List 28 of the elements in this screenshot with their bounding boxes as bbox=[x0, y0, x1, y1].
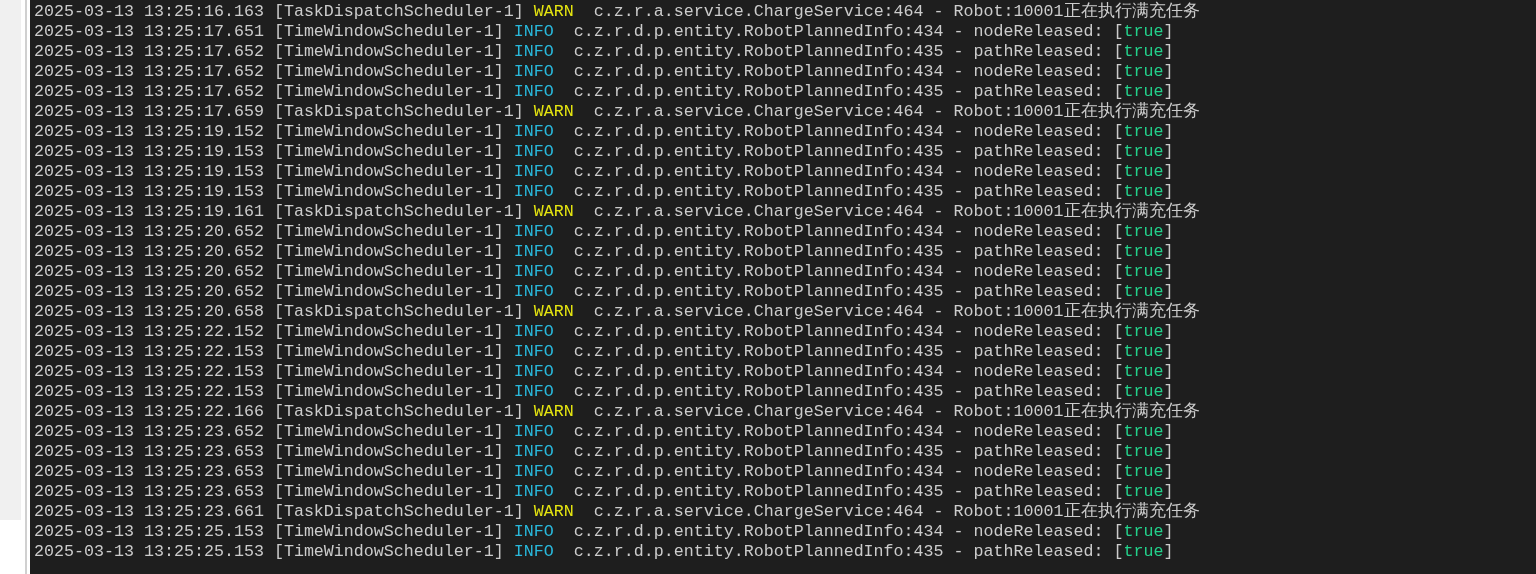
log-line: 2025-03-13 13:25:22.153 [TimeWindowScheduler-1] INFO c.z.r.d.p.entity.RobotPlannedInfo:435 - pathReleased: [true] bbox=[34, 342, 1174, 362]
log-line: 2025-03-13 13:25:20.652 [TimeWindowScheduler-1] INFO c.z.r.d.p.entity.RobotPlannedInfo:434 - nodeReleased: [true] bbox=[34, 222, 1174, 242]
log-line: 2025-03-13 13:25:25.153 [TimeWindowScheduler-1] INFO c.z.r.d.p.entity.RobotPlannedInfo:435 - pathReleased: [true] bbox=[34, 542, 1174, 562]
log-line: 2025-03-13 13:25:23.652 [TimeWindowScheduler-1] INFO c.z.r.d.p.entity.RobotPlannedInfo:434 - nodeReleased: [true] bbox=[34, 422, 1174, 442]
log-line: 2025-03-13 13:25:20.652 [TimeWindowScheduler-1] INFO c.z.r.d.p.entity.RobotPlannedInfo:435 - pathReleased: [true] bbox=[34, 282, 1174, 301]
log-line: 2025-03-13 13:25:23.653 [TimeWindowScheduler-1] INFO c.z.r.d.p.entity.RobotPlannedInfo:434 - nodeReleased: [true] bbox=[34, 462, 1174, 482]
log-line: 2025-03-13 13:25:17.651 [TimeWindowScheduler-1] INFO c.z.r.d.p.entity.RobotPlannedInfo:434 - nodeReleased: [true] bbox=[34, 22, 1174, 42]
log-line: 2025-03-13 13:25:23.661 [TaskDispatchScheduler-1] WARN c.z.r.a.service.ChargeService:464 - Robot:10001正在执行满充任务 bbox=[34, 502, 1200, 522]
log-line: 2025-03-13 13:25:20.652 [TimeWindowScheduler-1] INFO c.z.r.d.p.entity.RobotPlannedInfo:435 - pathReleased: [true] bbox=[34, 242, 1174, 262]
log-line: 2025-03-13 13:25:22.153 [TimeWindowScheduler-1] INFO c.z.r.d.p.entity.RobotPlannedInfo:434 - nodeReleased: [true] bbox=[34, 362, 1174, 382]
log-line: 2025-03-13 13:25:22.153 [TimeWindowScheduler-1] INFO c.z.r.d.p.entity.RobotPlannedInfo:435 - pathReleased: [true] bbox=[34, 382, 1174, 401]
log-line: 2025-03-13 13:25:22.152 [TimeWindowScheduler-1] INFO c.z.r.d.p.entity.RobotPlannedInfo:434 - nodeReleased: [true] bbox=[34, 322, 1174, 342]
log-line: 2025-03-13 13:25:20.658 [TaskDispatchScheduler-1] WARN c.z.r.a.service.ChargeService:464 - Robot:10001正在执行满充任务 bbox=[34, 302, 1200, 322]
log-line: 2025-03-13 13:25:19.153 [TimeWindowScheduler-1] INFO c.z.r.d.p.entity.RobotPlannedInfo:435 - pathReleased: [true] bbox=[34, 142, 1174, 162]
log-line: 2025-03-13 13:25:20.652 [TimeWindowScheduler-1] INFO c.z.r.d.p.entity.RobotPlannedInfo:434 - nodeReleased: [true] bbox=[34, 262, 1174, 282]
log-line: 2025-03-13 13:25:19.152 [TimeWindowScheduler-1] INFO c.z.r.d.p.entity.RobotPlannedInfo:434 - nodeReleased: [true] bbox=[34, 122, 1174, 142]
log-line: 2025-03-13 13:25:17.652 [TimeWindowScheduler-1] INFO c.z.r.d.p.entity.RobotPlannedInfo:435 - pathReleased: [true] bbox=[34, 42, 1174, 62]
log-line: 2025-03-13 13:25:23.653 [TimeWindowScheduler-1] INFO c.z.r.d.p.entity.RobotPlannedInfo:435 - pathReleased: [true] bbox=[34, 482, 1174, 501]
log-line: 2025-03-13 13:25:19.153 [TimeWindowScheduler-1] INFO c.z.r.d.p.entity.RobotPlannedInfo:434 - nodeReleased: [true] bbox=[34, 162, 1174, 182]
log-line: 2025-03-13 13:25:17.659 [TaskDispatchScheduler-1] WARN c.z.r.a.service.ChargeService:464 - Robot:10001正在执行满充任务 bbox=[34, 102, 1200, 122]
log-line: 2025-03-13 13:25:19.161 [TaskDispatchScheduler-1] WARN c.z.r.a.service.ChargeService:464 - Robot:10001正在执行满充任务 bbox=[34, 202, 1200, 222]
log-line: 2025-03-13 13:25:17.652 [TimeWindowScheduler-1] INFO c.z.r.d.p.entity.RobotPlannedInfo:435 - pathReleased: [true] bbox=[34, 82, 1174, 101]
log-line: 2025-03-13 13:25:25.153 [TimeWindowScheduler-1] INFO c.z.r.d.p.entity.RobotPlannedInfo:434 - nodeReleased: [true] bbox=[34, 522, 1174, 542]
log-line: 2025-03-13 13:25:23.653 [TimeWindowScheduler-1] INFO c.z.r.d.p.entity.RobotPlannedInfo:435 - pathReleased: [true] bbox=[34, 442, 1174, 462]
log-line: 2025-03-13 13:25:19.153 [TimeWindowScheduler-1] INFO c.z.r.d.p.entity.RobotPlannedInfo:435 - pathReleased: [true] bbox=[34, 182, 1174, 201]
log-line: 2025-03-13 13:25:17.652 [TimeWindowScheduler-1] INFO c.z.r.d.p.entity.RobotPlannedInfo:434 - nodeReleased: [true] bbox=[34, 62, 1174, 82]
log-line: 2025-03-13 13:25:22.166 [TaskDispatchScheduler-1] WARN c.z.r.a.service.ChargeService:464 - Robot:10001正在执行满充任务 bbox=[34, 402, 1200, 422]
log-line: 2025-03-13 13:25:16.163 [TaskDispatchScheduler-1] WARN c.z.r.a.service.ChargeService:464 - Robot:10001正在执行满充任务 bbox=[34, 2, 1200, 22]
